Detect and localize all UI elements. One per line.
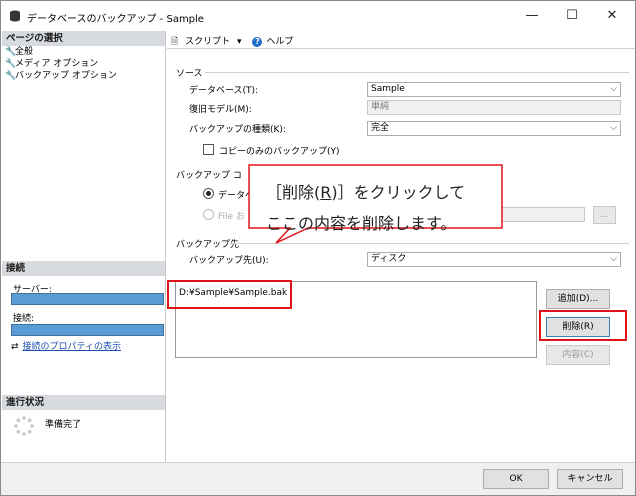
contents-button[interactable]: 内容(C) — [546, 345, 610, 365]
chevron-down-icon: ⌵ — [610, 254, 617, 264]
wrench-icon: 🔧 — [5, 71, 17, 81]
backup-type-combo[interactable]: 完全 ⌵ — [367, 121, 621, 136]
right-pane: 🗎 スクリプト ▾ ? ヘルプ ソース データベース(T): Sample ⌵ 復旧… — [167, 31, 635, 462]
add-button[interactable]: 追加(D)... — [546, 289, 610, 309]
highlight-box-destination — [167, 280, 292, 309]
connection-header: 接続 — [2, 261, 165, 276]
connection-label: 接続: — [13, 314, 35, 324]
cancel-button[interactable]: キャンセル — [557, 469, 623, 489]
connection-properties-icon: ⇄ — [11, 342, 19, 352]
wrench-icon: 🔧 — [5, 47, 17, 57]
callout-line-1: ［削除(R)］をクリックして — [266, 183, 466, 202]
toolbar-separator — [167, 48, 635, 49]
database-icon — [10, 10, 20, 22]
progress-header: 進行状況 — [2, 395, 165, 410]
database-label: データベース(T): — [189, 86, 259, 96]
backup-type-label: バックアップの種類(K): — [189, 125, 286, 135]
callout-line-2: ここの内容を削除します。 — [266, 214, 457, 233]
callout-text: ［削除(R)］をクリックして ここの内容を削除します。 — [266, 177, 496, 239]
file-radio-label: File お — [218, 212, 245, 222]
script-icon: 🗎 — [171, 37, 179, 47]
recovery-model-label: 復旧モデル(M): — [189, 105, 252, 115]
progress-spinner-icon — [14, 416, 34, 436]
page-item-media-options[interactable]: 🔧メディア オプション — [5, 58, 98, 70]
server-value-bar — [11, 293, 164, 305]
help-button[interactable]: ? ヘルプ — [252, 37, 297, 47]
left-pane: ページの選択 🔧全般 🔧メディア オプション 🔧バックアップ オプション 接続 … — [1, 31, 166, 462]
bottom-bar: OK キャンセル — [1, 462, 635, 495]
copy-only-checkbox[interactable] — [203, 144, 214, 155]
chevron-down-icon: ⌵ — [610, 84, 617, 94]
connection-properties-row: ⇄ 接続のプロパティの表示 — [11, 339, 121, 352]
source-group-label: ソース — [176, 69, 203, 79]
destination-group-label: バックアップ先 — [176, 240, 240, 250]
copy-only-label: コピーのみのバックアップ(Y) — [219, 147, 340, 157]
page-item-general[interactable]: 🔧全般 — [5, 46, 33, 58]
chevron-down-icon: ⌵ — [610, 123, 617, 133]
destination-label: バックアップ先(U): — [189, 256, 269, 266]
component-group-label: バックアップ コ — [176, 171, 242, 181]
browse-button[interactable]: ... — [593, 206, 616, 224]
connection-value-bar — [11, 324, 164, 336]
database-radio[interactable] — [203, 188, 214, 199]
wrench-icon: 🔧 — [5, 59, 17, 69]
backup-dialog-window: データベースのバックアップ - Sample — ☐ ✕ ページの選択 🔧全般 … — [0, 0, 636, 496]
close-button[interactable]: ✕ — [589, 1, 635, 31]
window-title: データベースのバックアップ - Sample — [27, 14, 204, 25]
file-radio[interactable] — [203, 209, 214, 220]
source-group-line — [205, 72, 629, 73]
connection-properties-link[interactable]: 接続のプロパティの表示 — [23, 342, 121, 352]
progress-status: 準備完了 — [45, 420, 82, 430]
ok-button[interactable]: OK — [483, 469, 549, 489]
file-field — [497, 207, 585, 222]
database-combo[interactable]: Sample ⌵ — [367, 82, 621, 97]
script-button[interactable]: 🗎 スクリプト ▾ — [171, 37, 246, 47]
title-bar: データベースのバックアップ - Sample — ☐ ✕ — [1, 1, 635, 31]
page-item-backup-options[interactable]: 🔧バックアップ オプション — [5, 70, 117, 82]
page-select-header: ページの選択 — [2, 31, 165, 46]
destination-combo[interactable]: ディスク ⌵ — [367, 252, 621, 267]
recovery-model-field: 単純 — [367, 100, 621, 115]
help-icon: ? — [252, 37, 263, 47]
highlight-box-remove — [539, 310, 627, 341]
